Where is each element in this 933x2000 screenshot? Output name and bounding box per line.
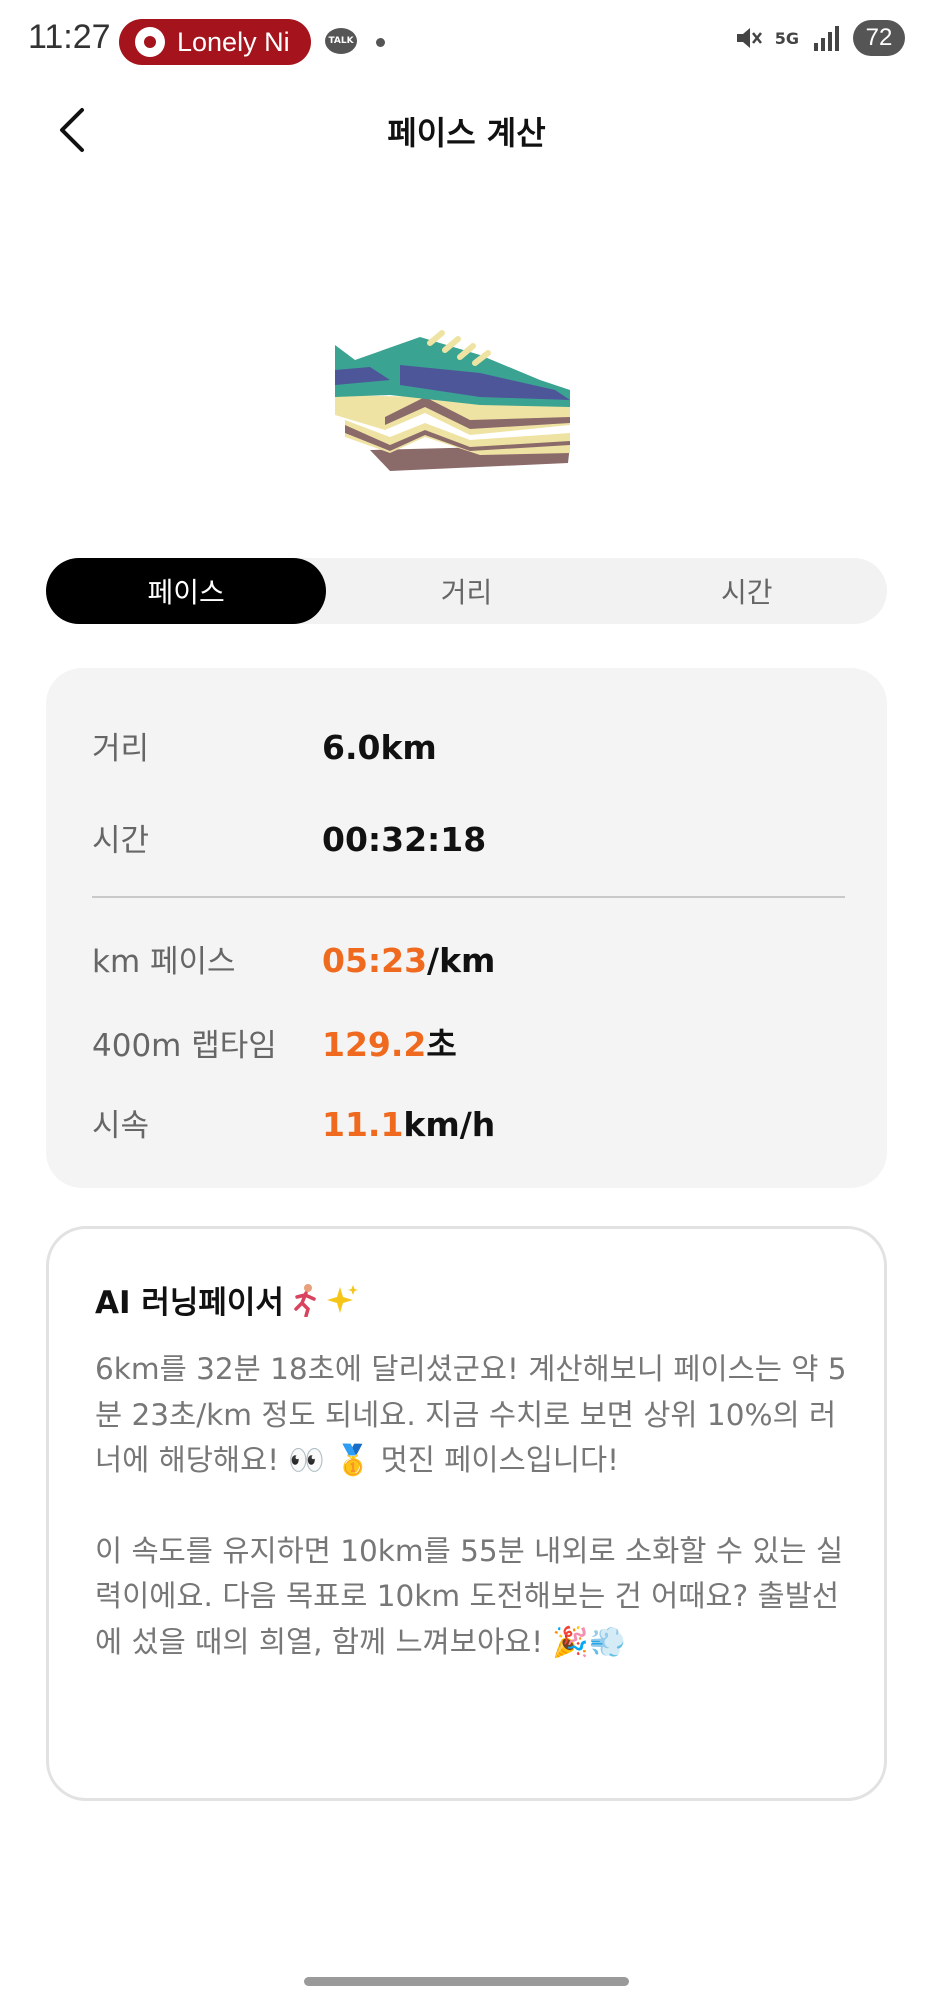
lap-time-label: 400m 랩타임 [92, 1028, 277, 1064]
runner-icon [294, 1283, 316, 1317]
ai-pacer-title: AI 러닝페이서 [95, 1277, 360, 1322]
lap-time-value: 129.2초 [322, 1018, 457, 1066]
ai-pacer-body: 6km를 32분 18초에 달리셨군요! 계산해보니 페이스는 약 5분 23초… [95, 1347, 855, 1665]
network-5g-icon: 5G [774, 28, 799, 48]
mode-tabs: 페이스 거리 시간 [46, 558, 887, 624]
ai-pacer-title-text: AI 러닝페이서 [95, 1285, 284, 1321]
time-label: 시간 [92, 823, 150, 859]
header: 페이스 계산 [0, 90, 933, 170]
ai-pacer-card: AI 러닝페이서 6km를 32분 18초에 달리셨군요! 계산해보니 페이스는… [46, 1226, 887, 1801]
lap-time-number: 129.2 [322, 1025, 427, 1064]
page-title: 페이스 계산 [387, 114, 546, 152]
distance-label: 거리 [92, 731, 150, 767]
tab-distance[interactable]: 거리 [326, 558, 606, 624]
status-time: 11:27 [28, 18, 111, 56]
speed-row: 시속 11.1km/h [92, 1100, 495, 1145]
mute-icon [736, 28, 762, 48]
ai-pacer-paragraph-2: 이 속도를 유지하면 10km를 55분 내외로 소화할 수 있는 실력이에요.… [95, 1533, 844, 1659]
km-pace-row: km 페이스 05:23/km [92, 936, 495, 981]
divider [92, 896, 845, 898]
signal-icon [814, 26, 839, 51]
running-shoe-icon [335, 330, 570, 471]
result-card: 거리 6.0km 시간 00:32:18 km 페이스 05:23/km 400… [46, 668, 887, 1188]
status-bar: 11:27 Lonely Ni TALK 5G 72 [0, 0, 933, 84]
media-title: Lonely Ni [177, 26, 290, 57]
distance-row[interactable]: 거리 6.0km [92, 723, 437, 768]
km-pace-label: km 페이스 [92, 944, 236, 980]
sparkles-icon [326, 1284, 358, 1313]
speed-label: 시속 [92, 1108, 150, 1144]
km-pace-unit: /km [427, 941, 496, 980]
lap-time-row: 400m 랩타임 129.2초 [92, 1018, 457, 1066]
tab-pace[interactable]: 페이스 [46, 558, 327, 624]
record-icon [135, 27, 165, 57]
time-value[interactable]: 00:32:18 [322, 820, 486, 859]
media-pill[interactable]: Lonely Ni [119, 19, 311, 65]
distance-value[interactable]: 6.0km [322, 728, 437, 767]
battery-icon: 72 [853, 20, 905, 56]
talk-icon: TALK [325, 28, 357, 54]
km-pace-number: 05:23 [322, 941, 428, 980]
speed-unit: km/h [403, 1105, 496, 1144]
lap-time-unit: 초 [426, 1025, 457, 1064]
tab-time[interactable]: 시간 [607, 558, 887, 624]
time-row[interactable]: 시간 00:32:18 [92, 815, 486, 860]
speed-value: 11.1km/h [322, 1105, 495, 1144]
km-pace-value: 05:23/km [322, 941, 495, 980]
speed-number: 11.1 [322, 1105, 404, 1144]
page: 11:27 Lonely Ni TALK 5G 72 페이스 계산 페이스 거리… [0, 0, 933, 2000]
notification-dot-icon [376, 38, 385, 47]
home-indicator[interactable] [304, 1977, 629, 1986]
status-icons: 5G 72 [733, 20, 905, 56]
ai-pacer-paragraph-1: 6km를 32분 18초에 달리셨군요! 계산해보니 페이스는 약 5분 23초… [95, 1352, 847, 1477]
